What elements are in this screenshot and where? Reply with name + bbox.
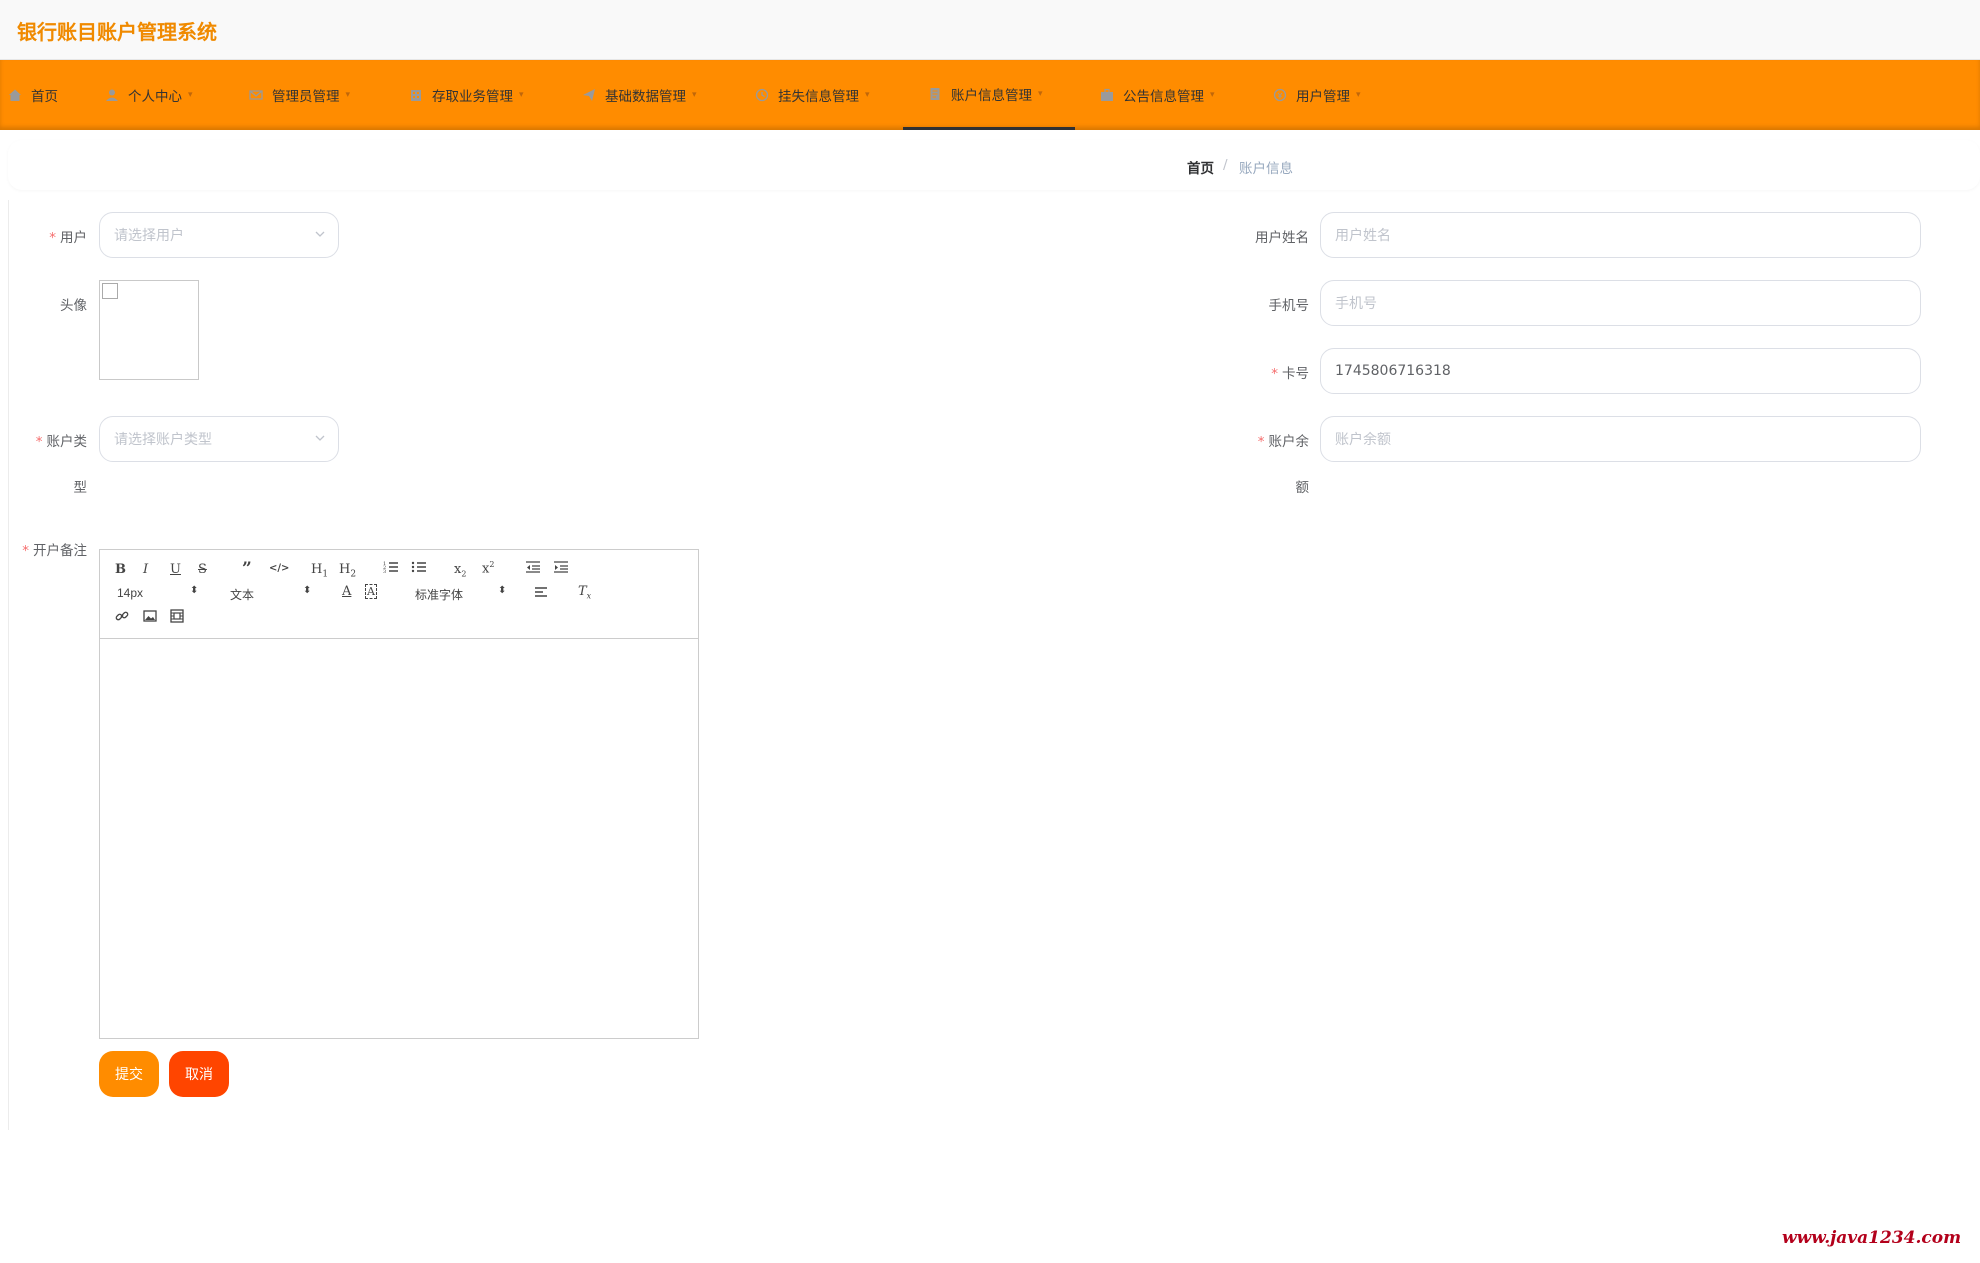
svg-text:3: 3 bbox=[383, 569, 386, 574]
indent-icon[interactable] bbox=[553, 560, 569, 578]
breadcrumb-separator: / bbox=[1223, 157, 1228, 173]
balance-label: * 账户余 bbox=[1257, 434, 1309, 450]
top-header: 银行账目账户管理系统 bbox=[0, 0, 1980, 60]
link-icon[interactable] bbox=[115, 609, 129, 627]
chevron-down-icon: ▾ bbox=[188, 90, 193, 100]
submit-button[interactable]: 提交 bbox=[99, 1051, 159, 1097]
blockquote-icon[interactable]: ” bbox=[242, 559, 252, 579]
font-family-select[interactable]: 标准字体 bbox=[415, 586, 463, 603]
sort-icon: ⬍ bbox=[190, 585, 199, 596]
coin-icon bbox=[1273, 88, 1287, 102]
user-select[interactable]: 请选择用户 bbox=[99, 212, 339, 258]
nav-label: 存取业务管理 bbox=[432, 89, 513, 105]
strikethrough-icon[interactable]: S bbox=[198, 562, 207, 577]
heading1-icon[interactable]: H1 bbox=[311, 562, 328, 580]
align-icon[interactable] bbox=[534, 586, 548, 602]
balance-input[interactable]: 账户余额 bbox=[1320, 416, 1921, 462]
phone-input[interactable]: 手机号 bbox=[1320, 280, 1921, 326]
chevron-down-icon: ▾ bbox=[1038, 88, 1043, 99]
nav-item-basic-data[interactable]: 基础数据管理 ▾ bbox=[582, 60, 697, 130]
format-select[interactable]: 文本 bbox=[230, 586, 254, 603]
mail-icon bbox=[249, 88, 263, 102]
nav-label: 个人中心 bbox=[128, 89, 182, 105]
nav-item-notice[interactable]: 公告信息管理 ▾ bbox=[1100, 60, 1215, 130]
editor-content-area[interactable] bbox=[100, 640, 698, 1038]
user-label: * 用户 bbox=[49, 230, 87, 246]
nav-item-admin[interactable]: 管理员管理 ▾ bbox=[249, 60, 350, 130]
nav-label: 基础数据管理 bbox=[605, 89, 686, 105]
user-name-label: 用户姓名 bbox=[1255, 230, 1309, 246]
phone-label: 手机号 bbox=[1268, 298, 1310, 314]
account-type-select[interactable]: 请选择账户类型 bbox=[99, 416, 339, 462]
subscript-icon[interactable]: x2 bbox=[454, 562, 466, 579]
chevron-down-icon bbox=[314, 228, 326, 244]
rich-text-editor: B I U S ” </> H1 H2 123 x2 x2 14px ⬍ 文本 … bbox=[99, 549, 699, 1039]
home-icon bbox=[8, 88, 22, 102]
breadcrumb bbox=[8, 140, 1980, 190]
editor-toolbar: B I U S ” </> H1 H2 123 x2 x2 14px ⬍ 文本 … bbox=[100, 550, 698, 639]
bold-icon[interactable]: B bbox=[115, 562, 126, 577]
nav-label: 账户信息管理 bbox=[951, 87, 1032, 104]
account-type-label: * 账户类 bbox=[35, 434, 87, 450]
chevron-down-icon: ▾ bbox=[865, 90, 870, 100]
chevron-down-icon: ▾ bbox=[1210, 90, 1215, 100]
nav-item-home[interactable]: 首页 bbox=[8, 60, 58, 130]
breadcrumb-current: 账户信息 bbox=[1239, 161, 1293, 177]
underline-icon[interactable]: U bbox=[170, 562, 181, 577]
balance-label-wrap: 额 bbox=[1295, 480, 1310, 496]
app-title: 银行账目账户管理系统 bbox=[17, 20, 217, 44]
video-icon[interactable] bbox=[170, 609, 184, 627]
bullet-list-icon[interactable] bbox=[411, 560, 427, 578]
document-icon bbox=[928, 87, 942, 101]
briefcase-icon bbox=[1100, 88, 1114, 102]
remarks-label: * 开户备注 bbox=[22, 543, 87, 559]
nav-label: 首页 bbox=[31, 89, 58, 105]
nav-item-profile[interactable]: 个人中心 ▾ bbox=[105, 60, 193, 130]
send-icon bbox=[582, 88, 596, 102]
clock-icon bbox=[755, 88, 769, 102]
ordered-list-icon[interactable]: 123 bbox=[383, 560, 399, 578]
nav-item-users[interactable]: 用户管理 ▾ bbox=[1273, 60, 1361, 130]
broken-image-icon bbox=[102, 283, 118, 299]
chevron-down-icon: ▾ bbox=[1356, 90, 1361, 100]
user-name-input[interactable]: 用户姓名 bbox=[1320, 212, 1921, 258]
nav-label: 公告信息管理 bbox=[1123, 89, 1204, 105]
font-size-select[interactable]: 14px bbox=[117, 586, 143, 600]
nav-item-deposit[interactable]: 存取业务管理 ▾ bbox=[409, 60, 524, 130]
avatar-label: 头像 bbox=[60, 298, 87, 314]
sort-icon: ⬍ bbox=[498, 585, 507, 596]
card-no-input[interactable]: 1745806716318 bbox=[1320, 348, 1921, 394]
cancel-button[interactable]: 取消 bbox=[169, 1051, 229, 1097]
nav-item-account-info[interactable]: 账户信息管理 ▾ bbox=[903, 60, 1075, 130]
building-icon bbox=[409, 88, 423, 102]
breadcrumb-home[interactable]: 首页 bbox=[1187, 157, 1214, 177]
chevron-down-icon: ▾ bbox=[345, 90, 351, 100]
card-no-label: * 卡号 bbox=[1271, 366, 1309, 382]
account-type-label-wrap: 型 bbox=[73, 480, 88, 496]
superscript-icon[interactable]: x2 bbox=[482, 560, 494, 576]
outdent-icon[interactable] bbox=[525, 560, 541, 578]
nav-label: 用户管理 bbox=[1296, 89, 1350, 105]
background-color-icon[interactable]: A bbox=[365, 584, 377, 599]
chevron-down-icon bbox=[314, 432, 326, 448]
chevron-down-icon: ▾ bbox=[519, 90, 524, 100]
font-color-icon[interactable]: A bbox=[342, 584, 351, 599]
heading2-icon[interactable]: H2 bbox=[339, 562, 356, 580]
avatar-upload[interactable] bbox=[99, 280, 199, 380]
italic-icon[interactable]: I bbox=[143, 562, 148, 577]
chevron-down-icon: ▾ bbox=[692, 90, 697, 100]
nav-label: 挂失信息管理 bbox=[778, 89, 859, 105]
sort-icon: ⬍ bbox=[303, 585, 312, 596]
code-block-icon[interactable]: </> bbox=[269, 563, 289, 574]
image-icon[interactable] bbox=[143, 609, 157, 627]
main-nav: 首页 个人中心 ▾ 管理员管理 ▾ 存取业务管理 ▾ 基础数据管理 ▾ 挂失信息… bbox=[0, 60, 1980, 130]
nav-label: 管理员管理 bbox=[272, 89, 340, 105]
user-icon bbox=[105, 88, 119, 102]
clear-format-icon[interactable]: Tx bbox=[578, 584, 591, 601]
watermark: www.java1234.com bbox=[1782, 1228, 1962, 1248]
nav-item-loss-report[interactable]: 挂失信息管理 ▾ bbox=[755, 60, 870, 130]
